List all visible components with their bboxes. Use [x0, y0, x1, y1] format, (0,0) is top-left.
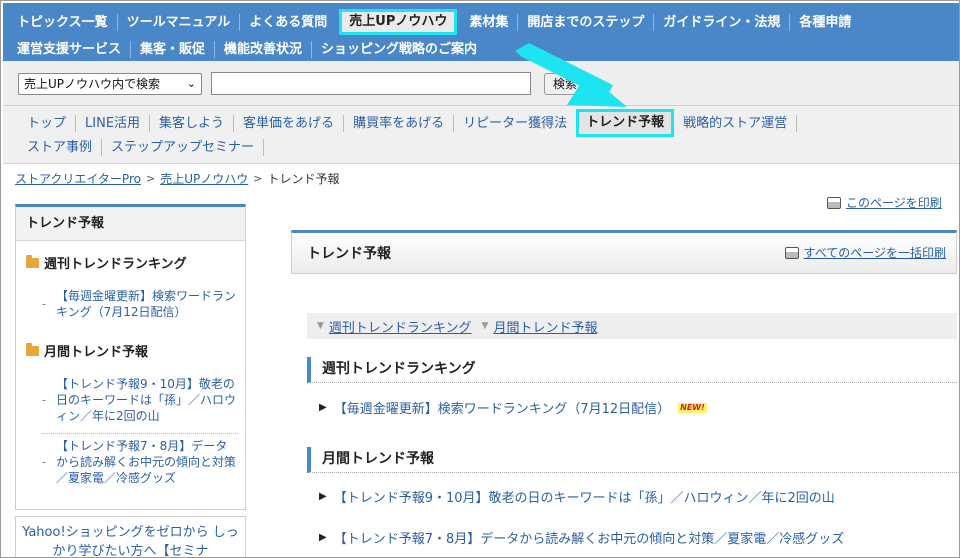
- new-badge: NEW!: [678, 402, 707, 413]
- sidebar-item-trend-jul-aug[interactable]: - 【トレンド予報7・8月】データから読み解くお中元の傾向と対策／夏家電／冷感グ…: [42, 433, 238, 486]
- nav-faq[interactable]: よくある質問: [239, 13, 336, 31]
- nav-opening-steps[interactable]: 開店までのステップ: [517, 13, 653, 31]
- breadcrumb-current: トレンド予報: [267, 172, 340, 186]
- entry-label: 【毎週金曜更新】検索ワードランキング（7月12日配信）: [333, 402, 671, 417]
- dash-icon: -: [42, 297, 47, 311]
- search-bar: 売上UPノウハウ内で検索 ⌄ 検索: [3, 61, 959, 106]
- entry-weekly-ranking[interactable]: ▶ 【毎週金曜更新】検索ワードランキング（7月12日配信） NEW!: [319, 398, 707, 417]
- subnav-trend-forecast[interactable]: トレンド予報: [576, 109, 675, 137]
- search-scope-value: 売上UPノウハウ内で検索: [24, 77, 161, 91]
- sidebar-category-label: 月間トレンド予報: [44, 345, 149, 360]
- global-nav: トピックス一覧 ツールマニュアル よくある質問 売上UPノウハウ 素材集 開店ま…: [3, 3, 959, 61]
- sub-nav-row-1: トップ LINE活用 集客しよう 客単価をあげる 購買率をあげる リピーター獲得…: [17, 109, 798, 137]
- print-page-link[interactable]: このページを印刷: [827, 194, 942, 211]
- folder-icon: [26, 254, 39, 268]
- breadcrumb-link-sales-knowhow[interactable]: 売上UPノウハウ: [160, 170, 248, 187]
- seminar-promo-banner[interactable]: Yahoo!ショッピングをゼロから しっかり学びたい方へ【セミナ: [15, 516, 246, 557]
- triangle-down-icon: ▼: [317, 321, 324, 331]
- page-frame: トピックス一覧 ツールマニュアル よくある質問 売上UPノウハウ 素材集 開店ま…: [0, 0, 960, 558]
- entry-trend-sep-oct[interactable]: ▶ 【トレンド予報9・10月】敬老の日のキーワードは「孫」／ハロウィン／年に2回…: [319, 487, 835, 506]
- subnav-attract[interactable]: 集客しよう: [150, 114, 235, 132]
- anchor-links: ▼ 週刊トレンドランキング ▼ 月間トレンド予報: [307, 313, 957, 339]
- dash-icon: -: [42, 393, 47, 407]
- subnav-seminar[interactable]: ステップアップセミナー: [102, 138, 265, 156]
- global-nav-row-2: 運営支援サービス 集客・販促 機能改善状況 ショッピング戦略のご案内: [3, 36, 486, 62]
- subnav-basket-size[interactable]: 客単価をあげる: [234, 114, 345, 132]
- nav-improvements[interactable]: 機能改善状況: [214, 40, 311, 58]
- subnav-line[interactable]: LINE活用: [76, 114, 151, 132]
- section-heading-weekly: 週刊トレンドランキング: [307, 357, 957, 383]
- nav-applications[interactable]: 各種申請: [789, 13, 860, 31]
- subnav-repeaters[interactable]: リピーター獲得法: [454, 114, 578, 132]
- anchor-weekly-ranking[interactable]: 週刊トレンドランキング: [329, 317, 472, 336]
- page-title: トレンド予報: [307, 246, 391, 262]
- printer-icon: [784, 246, 799, 259]
- sidebar-category-label: 週刊トレンドランキング: [44, 257, 187, 272]
- sub-nav: トップ LINE活用 集客しよう 客単価をあげる 購買率をあげる リピーター獲得…: [3, 106, 959, 164]
- sidebar-title: トレンド予報: [16, 207, 245, 241]
- folder-icon: [26, 342, 39, 356]
- print-all-label: すべてのページを一括印刷: [803, 246, 946, 260]
- sidebar-item-trend-sep-oct[interactable]: - 【トレンド予報9・10月】敬老の日のキーワードは「孫」／ハロウィン／年に2回…: [42, 376, 238, 424]
- nav-support-services[interactable]: 運営支援サービス: [3, 41, 130, 58]
- printer-icon: [827, 196, 841, 209]
- sidebar-item-weekly-ranking[interactable]: - 【毎週金曜更新】検索ワードランキング（7月12日配信）: [42, 288, 238, 320]
- nav-shopping-strategy[interactable]: ショッピング戦略のご案内: [311, 40, 486, 58]
- entry-trend-jul-aug[interactable]: ▶ 【トレンド予報7・8月】データから読み解くお中元の傾向と対策／夏家電／冷感グ…: [319, 528, 844, 547]
- bullet-arrow-icon: ▶: [319, 532, 327, 543]
- search-scope-select[interactable]: 売上UPノウハウ内で検索 ⌄: [18, 73, 202, 95]
- nav-guidelines[interactable]: ガイドライン・法規: [653, 13, 789, 31]
- search-button[interactable]: 検索: [544, 73, 586, 95]
- sidebar-category-weekly[interactable]: 週刊トレンドランキング: [26, 253, 187, 272]
- breadcrumb-link-store-creator[interactable]: ストアクリエイターPro: [15, 170, 141, 187]
- sidebar-item-label: 【トレンド予報7・8月】データから読み解くお中元の傾向と対策／夏家電／冷感グッズ: [56, 439, 237, 485]
- sub-nav-row-2: ストア事例 ステップアップセミナー: [17, 136, 265, 158]
- nav-materials[interactable]: 素材集: [460, 14, 517, 31]
- subnav-store-cases[interactable]: ストア事例: [17, 138, 103, 156]
- sidebar-item-label: 【毎週金曜更新】検索ワードランキング（7月12日配信）: [56, 289, 237, 319]
- sidebar-category-monthly[interactable]: 月間トレンド予報: [26, 341, 148, 360]
- nav-tool-manual[interactable]: ツールマニュアル: [116, 13, 240, 31]
- subnav-conversion[interactable]: 購買率をあげる: [344, 114, 455, 132]
- subnav-top[interactable]: トップ: [17, 114, 77, 132]
- sidebar-item-label: 【トレンド予報9・10月】敬老の日のキーワードは「孫」／ハロウィン／年に2回の山: [56, 377, 237, 423]
- bullet-arrow-icon: ▶: [319, 491, 327, 502]
- section-heading-monthly: 月間トレンド予報: [307, 447, 957, 473]
- bullet-arrow-icon: ▶: [319, 402, 327, 413]
- chevron-down-icon: ⌄: [186, 77, 196, 90]
- breadcrumb-separator: >: [145, 172, 156, 185]
- nav-promotion[interactable]: 集客・販促: [130, 40, 214, 58]
- entry-label: 【トレンド予報9・10月】敬老の日のキーワードは「孫」／ハロウィン／年に2回の山: [333, 491, 835, 506]
- search-input[interactable]: [211, 72, 531, 95]
- print-all-link[interactable]: すべてのページを一括印刷: [784, 244, 946, 261]
- dash-icon: -: [42, 455, 47, 469]
- entry-label: 【トレンド予報7・8月】データから読み解くお中元の傾向と対策／夏家電／冷感グッズ: [333, 532, 845, 547]
- content-header: トレンド予報 すべてのページを一括印刷: [291, 230, 957, 274]
- breadcrumb-separator: >: [253, 172, 263, 185]
- nav-sales-knowhow[interactable]: 売上UPノウハウ: [339, 9, 458, 35]
- triangle-down-icon: ▼: [481, 321, 489, 331]
- nav-topics[interactable]: トピックス一覧: [3, 14, 117, 31]
- global-nav-row-1: トピックス一覧 ツールマニュアル よくある質問 売上UPノウハウ 素材集 開店ま…: [3, 9, 860, 35]
- subnav-strategy[interactable]: 戦略的ストア運営: [674, 114, 798, 132]
- breadcrumb: ストアクリエイターPro > 売上UPノウハウ > トレンド予報: [15, 170, 339, 187]
- print-page-label: このページを印刷: [846, 196, 942, 210]
- sidebar: トレンド予報 週刊トレンドランキング - 【毎週金曜更新】検索ワードランキング（…: [15, 204, 246, 510]
- anchor-monthly-forecast[interactable]: 月間トレンド予報: [493, 317, 597, 336]
